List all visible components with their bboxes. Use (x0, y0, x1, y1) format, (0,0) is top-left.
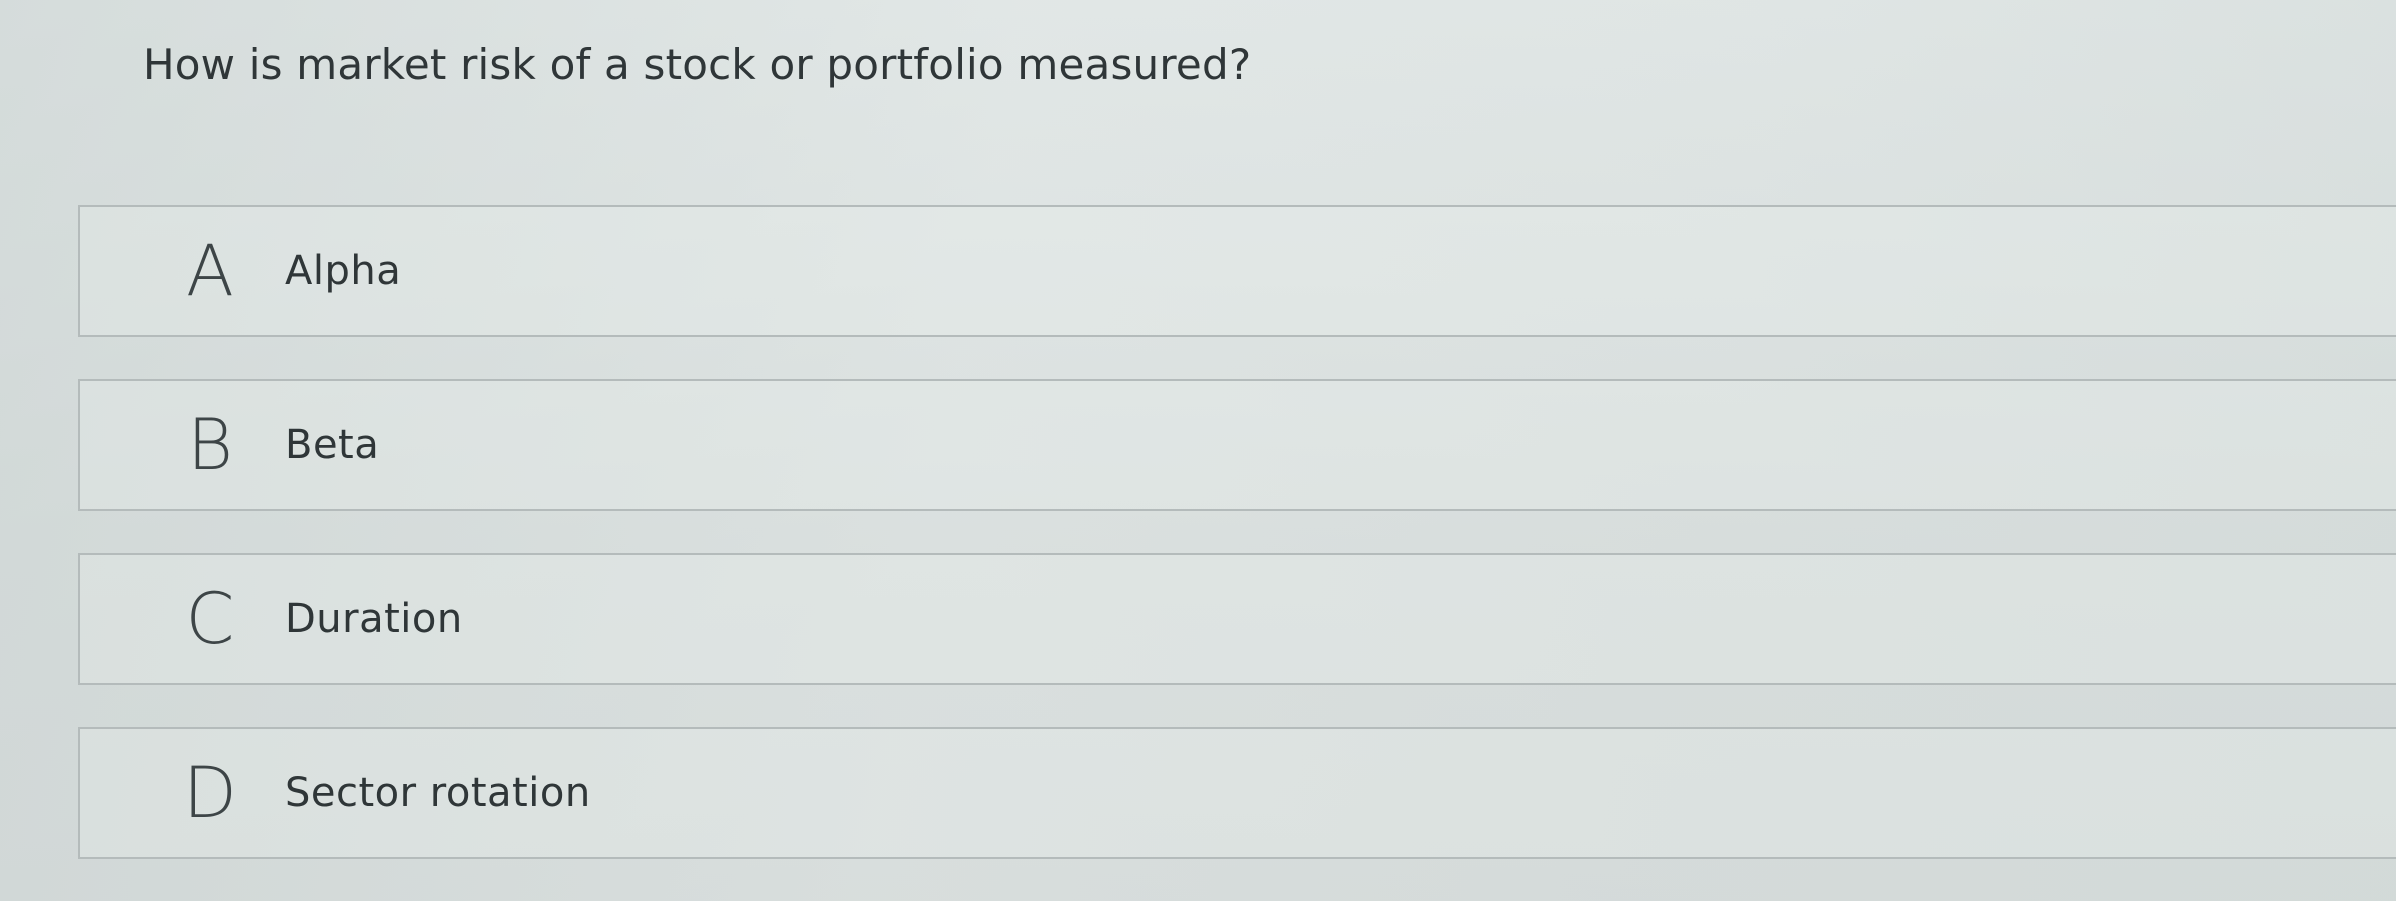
question-text: How is market risk of a stock or portfol… (143, 40, 1252, 89)
option-label: Beta (285, 422, 380, 468)
option-letter: A (186, 230, 234, 312)
option-label: Alpha (285, 248, 402, 294)
option-c[interactable]: C Duration (78, 553, 2396, 685)
option-letter: D (183, 752, 237, 834)
option-d[interactable]: D Sector rotation (78, 727, 2396, 859)
option-b[interactable]: B Beta (78, 379, 2396, 511)
option-letter: B (187, 404, 233, 486)
option-label: Sector rotation (285, 770, 591, 816)
option-label: Duration (285, 596, 463, 642)
answer-options: A Alpha B Beta C Duration D Sector rotat… (78, 205, 2396, 901)
option-letter: C (185, 578, 235, 660)
option-a[interactable]: A Alpha (78, 205, 2396, 337)
